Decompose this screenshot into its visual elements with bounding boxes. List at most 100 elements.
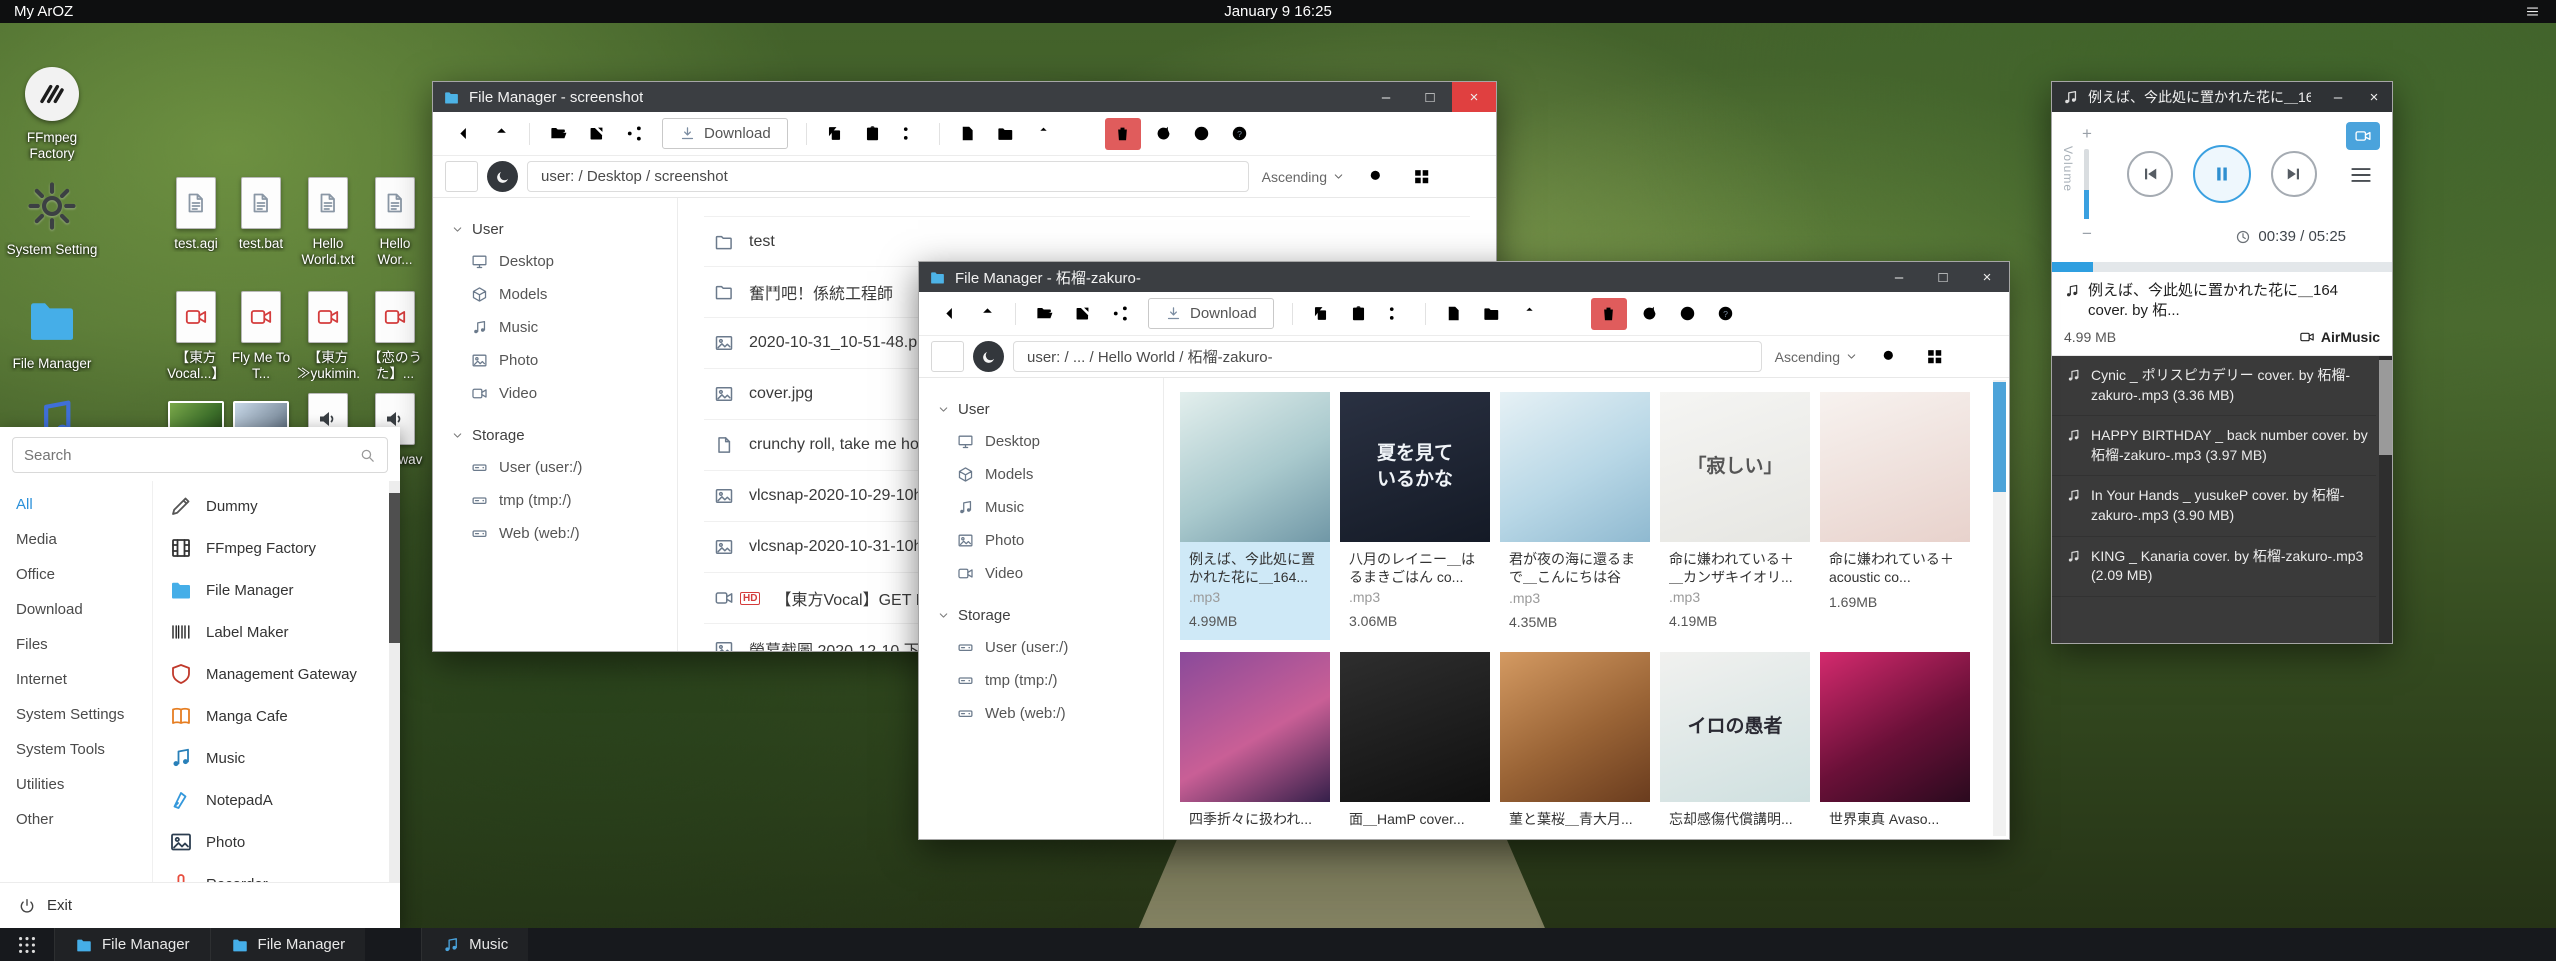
player-menu-button[interactable] xyxy=(2348,162,2374,188)
file-card[interactable]: イロの愚者忘却感傷代償講明... xyxy=(1660,652,1810,838)
dark-mode-button[interactable] xyxy=(973,341,1004,372)
category-utilities[interactable]: Utilities xyxy=(0,767,152,802)
rename-button[interactable] xyxy=(1064,118,1100,150)
help-button[interactable]: ? xyxy=(1222,118,1258,150)
pause-button[interactable] xyxy=(2193,145,2251,203)
info-button[interactable] xyxy=(1184,118,1220,150)
category-all[interactable]: All xyxy=(0,487,152,522)
new-folder-button[interactable] xyxy=(988,118,1024,150)
copy-button[interactable] xyxy=(817,118,853,150)
search-input[interactable] xyxy=(24,447,351,464)
next-track-button[interactable] xyxy=(2271,151,2317,197)
app-item-photo[interactable]: Photo xyxy=(153,821,400,863)
file-card[interactable]: 君が夜の海に還るまで＿こんにちは谷田....mp34.35MB xyxy=(1500,392,1650,640)
sidebar-item-music[interactable]: Music xyxy=(919,491,1163,524)
download-button[interactable]: Download xyxy=(662,118,788,149)
sidebar-section-user[interactable]: User xyxy=(433,214,677,245)
paste-button[interactable] xyxy=(855,118,891,150)
list-view-button[interactable] xyxy=(1961,341,1997,373)
help-button[interactable]: ? xyxy=(1708,298,1744,330)
search-button[interactable] xyxy=(1358,161,1394,193)
up-button[interactable] xyxy=(483,118,519,150)
desktop-file-hello-wor[interactable]: Hello Wor... xyxy=(364,175,426,267)
app-item-notepada[interactable]: NotepadA xyxy=(153,779,400,821)
app-item-management-gateway[interactable]: Management Gateway xyxy=(153,653,400,695)
sidebar-item-music[interactable]: Music xyxy=(433,311,677,344)
new-file-button[interactable] xyxy=(1436,298,1472,330)
new-folder-button[interactable] xyxy=(1474,298,1510,330)
sidebar-toggle-button[interactable] xyxy=(931,341,964,372)
desktop-file-yukimin[interactable]: 【東方≫yukimin... xyxy=(297,289,359,381)
up-button[interactable] xyxy=(969,298,1005,330)
upload-button[interactable] xyxy=(1512,298,1548,330)
category-media[interactable]: Media xyxy=(0,522,152,557)
taskbar-item-music[interactable]: Music xyxy=(421,928,528,961)
sidebar-item-user-user[interactable]: User (user:/) xyxy=(433,451,677,484)
desktop-file-hello-world-txt[interactable]: Hello World.txt xyxy=(297,175,359,267)
refresh-button[interactable] xyxy=(1632,298,1668,330)
maximize-button[interactable]: □ xyxy=(1921,262,1965,292)
sidebar-section-user[interactable]: User xyxy=(919,394,1163,425)
sidebar-item-user-user[interactable]: User (user:/) xyxy=(919,631,1163,664)
download-button[interactable]: Download xyxy=(1148,298,1274,329)
category-system-settings[interactable]: System Settings xyxy=(0,697,152,732)
sidebar-item-video[interactable]: Video xyxy=(433,377,677,410)
category-files[interactable]: Files xyxy=(0,627,152,662)
open-in-new-button[interactable] xyxy=(1064,298,1100,330)
sidebar-section-storage[interactable]: Storage xyxy=(919,600,1163,631)
search-icon[interactable] xyxy=(359,447,376,464)
share-button[interactable] xyxy=(616,118,652,150)
category-internet[interactable]: Internet xyxy=(0,662,152,697)
scrollbar-thumb[interactable] xyxy=(1993,382,2006,492)
taskbar-item-file-manager[interactable]: File Manager xyxy=(210,928,366,961)
playlist-item[interactable]: Cynic _ ポリスピカデリー cover. by 柘榴-zakuro-.mp… xyxy=(2052,356,2376,416)
window-titlebar[interactable]: 例えば、今此処に置かれた花に＿164 c... – × xyxy=(2052,82,2392,112)
app-item-recorder[interactable]: Recorder xyxy=(153,863,400,882)
file-card[interactable]: 面＿HamP cover... xyxy=(1340,652,1490,838)
volume-up-button[interactable]: + xyxy=(2082,124,2092,144)
app-item-ffmpeg-factory[interactable]: FFmpeg Factory xyxy=(153,527,400,569)
dark-mode-button[interactable] xyxy=(487,161,518,192)
close-button[interactable]: × xyxy=(1965,262,2009,292)
list-view-button[interactable] xyxy=(1448,161,1484,193)
open-button[interactable] xyxy=(540,118,576,150)
file-row[interactable]: test xyxy=(704,216,1470,267)
close-button[interactable]: × xyxy=(1452,82,1496,112)
share-button[interactable] xyxy=(1102,298,1138,330)
file-card[interactable]: 命に嫌われている＋acoustic co...1.69MB xyxy=(1820,392,1970,640)
category-other[interactable]: Other xyxy=(0,802,152,837)
open-button[interactable] xyxy=(1026,298,1062,330)
sidebar-item-photo[interactable]: Photo xyxy=(433,344,677,377)
desktop-file-test-agi[interactable]: test.agi xyxy=(165,175,227,252)
file-card[interactable]: 四季折々に扱われ... xyxy=(1180,652,1330,838)
app-item-manga-cafe[interactable]: Manga Cafe xyxy=(153,695,400,737)
desktop-file-test-bat[interactable]: test.bat xyxy=(230,175,292,252)
sidebar-section-storage[interactable]: Storage xyxy=(433,420,677,451)
exit-button[interactable]: Exit xyxy=(0,882,400,928)
upload-button[interactable] xyxy=(1026,118,1062,150)
sidebar-item-web-web[interactable]: Web (web:/) xyxy=(919,697,1163,730)
top-menu-icon[interactable] xyxy=(2523,4,2542,19)
sort-dropdown[interactable]: Ascending xyxy=(1262,169,1345,185)
playlist-scrollbar[interactable] xyxy=(2379,356,2392,643)
airplay-cast-button[interactable] xyxy=(2346,122,2380,150)
apps-grid-icon[interactable] xyxy=(16,934,38,956)
sidebar-item-web-web[interactable]: Web (web:/) xyxy=(433,517,677,550)
category-system-tools[interactable]: System Tools xyxy=(0,732,152,767)
copy-button[interactable] xyxy=(1303,298,1339,330)
playlist-item[interactable]: HAPPY BIRTHDAY _ back number cover. by 柘… xyxy=(2052,416,2376,476)
desktop-file-file[interactable]: 【恋のうた】... xyxy=(364,289,426,381)
sort-dropdown[interactable]: Ascending xyxy=(1775,349,1858,365)
back-button[interactable] xyxy=(931,298,967,330)
sidebar-item-desktop[interactable]: Desktop xyxy=(433,245,677,278)
sidebar-item-models[interactable]: Models xyxy=(919,458,1163,491)
desktop-icon-ffmpeg-factory[interactable]: FFmpeg Factory xyxy=(4,63,100,161)
sidebar-item-photo[interactable]: Photo xyxy=(919,524,1163,557)
app-item-music[interactable]: Music xyxy=(153,737,400,779)
seek-bar[interactable] xyxy=(2052,262,2392,272)
volume-slider[interactable] xyxy=(2084,149,2089,219)
grid-view-button[interactable] xyxy=(1403,161,1439,193)
file-card[interactable]: 例えば、今此処に置かれた花に＿164....mp34.99MB xyxy=(1180,392,1330,640)
previous-track-button[interactable] xyxy=(2127,151,2173,197)
open-in-new-button[interactable] xyxy=(578,118,614,150)
